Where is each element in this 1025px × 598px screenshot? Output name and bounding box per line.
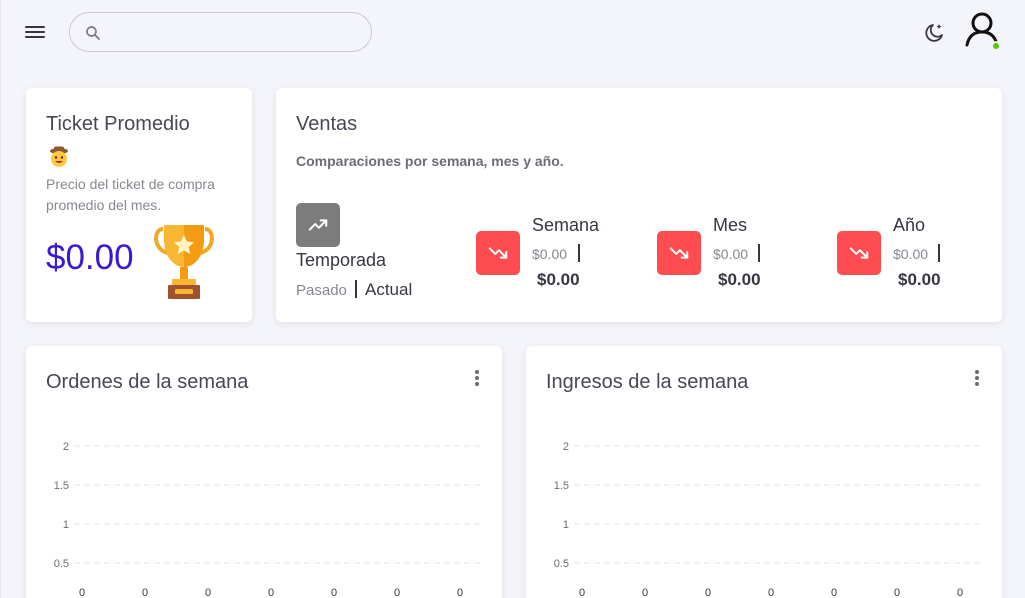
mes-label: Mes [713, 215, 748, 235]
y-tick-label: 1.5 [554, 480, 569, 492]
y-tick-label: 1 [563, 519, 569, 531]
ingresos-card: Ingresos de la semana 21.510.500000000 [526, 346, 1002, 598]
mes-current: $0.00 [718, 270, 761, 289]
semana-label: Semana [532, 215, 600, 235]
card-title: Ticket Promedio [46, 113, 190, 135]
trending-down-icon [476, 231, 520, 275]
y-tick-label: 0.5 [554, 558, 569, 570]
divider [355, 280, 357, 298]
trophy-icon [153, 221, 215, 308]
ticket-value: $0.00 [46, 238, 134, 277]
card-title: Ingresos de la semana [546, 371, 749, 393]
data-label: 0 [894, 587, 900, 598]
data-label: 0 [142, 587, 148, 598]
more-vertical-icon[interactable] [469, 370, 485, 390]
y-tick-label: 2 [563, 441, 569, 453]
anio-label: Año [893, 215, 926, 235]
ordenes-card: Ordenes de la semana 21.510.500000000 [26, 346, 502, 598]
temporada-pasado: Pasado [296, 282, 347, 299]
search-bar[interactable] [69, 12, 372, 52]
ticket-description: Precio del ticket de compra promedio del… [46, 176, 215, 213]
semana-current: $0.00 [537, 270, 580, 289]
menu-icon[interactable] [25, 22, 45, 42]
data-label: 0 [957, 587, 963, 598]
y-tick-label: 2 [63, 441, 69, 453]
search-icon [86, 26, 100, 40]
temporada-label: Temporada [296, 250, 387, 270]
divider [758, 244, 760, 262]
data-label: 0 [79, 587, 85, 598]
anio-previous: $0.00 [893, 246, 929, 262]
divider [938, 244, 940, 262]
data-label: 0 [642, 587, 648, 598]
search-input[interactable] [112, 21, 352, 43]
divider [578, 244, 580, 262]
data-label: 0 [831, 587, 837, 598]
semana-previous: $0.00 [532, 246, 568, 262]
ingresos-chart: 21.510.500000000 [554, 441, 982, 598]
anio-current: $0.00 [898, 270, 941, 289]
data-label: 0 [205, 587, 211, 598]
y-tick-label: 1.5 [54, 480, 69, 492]
trending-up-icon [296, 203, 340, 247]
data-label: 0 [768, 587, 774, 598]
ventas-card: Ventas Comparaciones por semana, mes y a… [276, 88, 1002, 322]
online-status-badge [991, 41, 1001, 51]
cowboy-face-icon [47, 145, 71, 174]
ordenes-chart: 21.510.500000000 [54, 441, 482, 598]
trending-down-icon [657, 231, 701, 275]
more-vertical-icon[interactable] [969, 370, 985, 390]
data-label: 0 [331, 587, 337, 598]
data-label: 0 [579, 587, 585, 598]
top-bar [1, 0, 1025, 64]
data-label: 0 [457, 587, 463, 598]
data-label: 0 [705, 587, 711, 598]
ticket-promedio-card: Ticket Promedio Precio del ticket de com… [26, 88, 252, 322]
data-label: 0 [394, 587, 400, 598]
data-label: 0 [268, 587, 274, 598]
card-title: Ventas [296, 113, 358, 135]
y-tick-label: 1 [63, 519, 69, 531]
mes-previous: $0.00 [713, 246, 749, 262]
trending-down-icon [837, 231, 881, 275]
temporada-actual: Actual [365, 280, 413, 299]
ventas-subtitle: Comparaciones por semana, mes y año. [296, 153, 564, 169]
y-tick-label: 0.5 [54, 558, 69, 570]
card-title: Ordenes de la semana [46, 371, 249, 393]
moon-star-icon[interactable] [922, 21, 946, 50]
